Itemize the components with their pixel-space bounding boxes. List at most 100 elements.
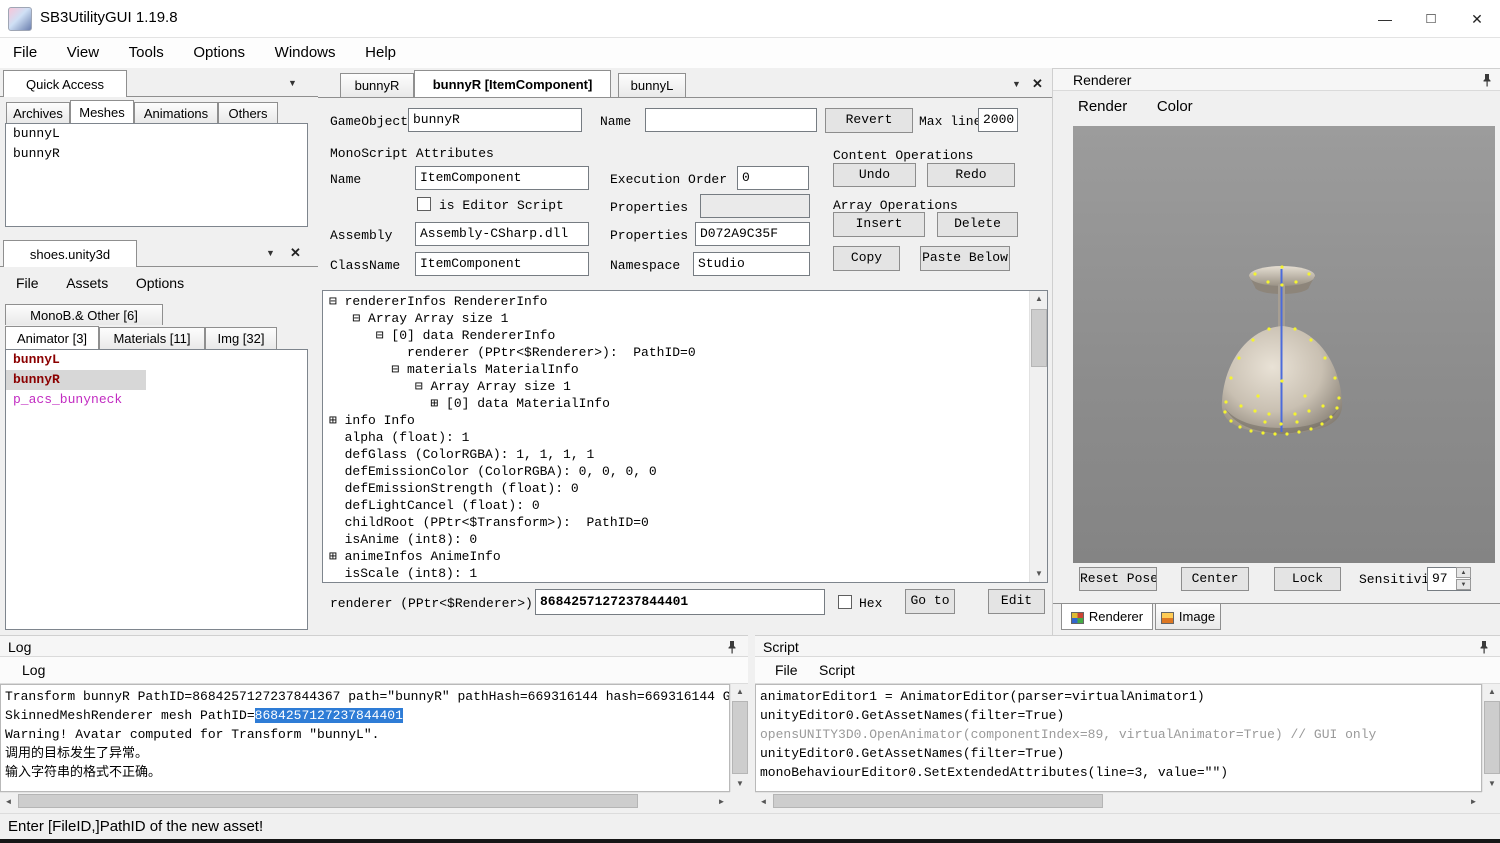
pin-icon[interactable] — [1478, 640, 1490, 658]
gameobject-field[interactable]: bunnyR — [408, 108, 582, 132]
max-line-field[interactable]: 2000 — [978, 108, 1018, 132]
tree-row[interactable]: defLightCancel (float): 0 — [329, 497, 1027, 514]
maximize-icon[interactable]: □ — [1408, 0, 1454, 38]
tab-meshes[interactable]: Meshes — [70, 100, 134, 123]
ms-name-field[interactable]: ItemComponent — [415, 166, 589, 190]
menu-help[interactable]: Help — [352, 38, 409, 68]
name-field[interactable] — [645, 108, 817, 132]
insert-button[interactable]: Insert — [833, 212, 925, 237]
lock-button[interactable]: Lock — [1274, 567, 1341, 591]
tab-materials[interactable]: Materials [11] — [99, 327, 205, 349]
tree-row[interactable]: ⊟ Array Array size 1 — [329, 378, 1027, 395]
tree-scroll-thumb[interactable] — [1031, 309, 1047, 367]
unity-menu-options[interactable]: Options — [124, 270, 196, 296]
tree-row[interactable]: childRoot (PPtr<$Transform>): PathID=0 — [329, 514, 1027, 531]
classname-field[interactable]: ItemComponent — [415, 252, 589, 276]
unity-file-dropdown-icon[interactable]: ▼ — [266, 248, 275, 258]
tab-quick-access[interactable]: Quick Access — [3, 70, 127, 97]
tree-row[interactable]: ⊞ animeInfos AnimeInfo — [329, 548, 1027, 565]
minimize-icon[interactable]: — — [1362, 0, 1408, 38]
unity-menu-file[interactable]: File — [4, 270, 51, 296]
tab-shoes-unity3d[interactable]: shoes.unity3d — [3, 240, 137, 267]
editor-tab-bunnyl[interactable]: bunnyL — [618, 73, 686, 97]
editor-tabs-close-icon[interactable]: ✕ — [1032, 76, 1043, 92]
menu-view[interactable]: View — [54, 38, 112, 68]
scroll-left-icon[interactable]: ◄ — [755, 793, 772, 810]
edit-button[interactable]: Edit — [988, 589, 1045, 614]
list-item-selected[interactable]: bunnyR — [6, 370, 146, 390]
scroll-up-icon[interactable]: ▲ — [1030, 291, 1048, 307]
scroll-right-icon[interactable]: ► — [713, 793, 730, 810]
copy-button[interactable]: Copy — [833, 246, 900, 271]
properties-hash-field[interactable]: D072A9C35F — [695, 222, 810, 246]
log-tab[interactable]: Log — [22, 662, 45, 678]
tree-row[interactable]: isAnime (int8): 0 — [329, 531, 1027, 548]
scroll-down-icon[interactable]: ▼ — [1483, 776, 1500, 792]
delete-button[interactable]: Delete — [937, 212, 1018, 237]
script-hscroll-thumb[interactable] — [773, 794, 1103, 808]
menu-windows[interactable]: Windows — [262, 38, 349, 68]
tab-renderer-view[interactable]: Renderer — [1061, 604, 1153, 630]
tab-animations[interactable]: Animations — [134, 102, 218, 123]
tree-row[interactable]: defEmissionStrength (float): 0 — [329, 480, 1027, 497]
render-menu[interactable]: Render — [1065, 92, 1140, 122]
tree-row[interactable]: renderer (PPtr<$Renderer>): PathID=0 — [329, 344, 1027, 361]
editor-tabs-dropdown-icon[interactable]: ▼ — [1012, 79, 1021, 89]
tree-row[interactable]: alpha (float): 1 — [329, 429, 1027, 446]
tab-archives[interactable]: Archives — [6, 102, 70, 123]
spin-up-icon[interactable]: ▲ — [1456, 567, 1471, 578]
tab-monob-other[interactable]: MonoB.& Other [6] — [5, 304, 163, 325]
scroll-right-icon[interactable]: ► — [1465, 793, 1482, 810]
scroll-down-icon[interactable]: ▼ — [731, 776, 749, 792]
revert-button[interactable]: Revert — [825, 108, 913, 133]
tree-row[interactable]: isScale (int8): 1 — [329, 565, 1027, 582]
quick-access-dropdown-icon[interactable]: ▼ — [288, 78, 297, 88]
pin-icon[interactable] — [1481, 73, 1493, 91]
script-hscrollbar[interactable]: ◄ ► — [755, 792, 1482, 809]
list-item[interactable]: bunnyL — [6, 124, 307, 144]
log-hscroll-thumb[interactable] — [18, 794, 638, 808]
script-menu-script[interactable]: Script — [819, 662, 855, 678]
is-editor-script-checkbox[interactable] — [417, 197, 431, 211]
center-button[interactable]: Center — [1181, 567, 1249, 591]
list-item[interactable]: bunnyR — [6, 144, 307, 164]
menu-tools[interactable]: Tools — [116, 38, 177, 68]
editor-tab-bunnyr[interactable]: bunnyR — [340, 73, 414, 97]
tree-row[interactable]: ⊞ [0] data MaterialInfo — [329, 395, 1027, 412]
tab-animator[interactable]: Animator [3] — [5, 326, 99, 349]
undo-button[interactable]: Undo — [833, 163, 916, 187]
tab-others[interactable]: Others — [218, 102, 278, 123]
paste-below-button[interactable]: Paste Below — [920, 246, 1010, 271]
script-vscroll-thumb[interactable] — [1484, 701, 1500, 774]
assembly-field[interactable]: Assembly-CSharp.dll — [415, 222, 589, 246]
log-hscrollbar[interactable]: ◄ ► — [0, 792, 730, 809]
script-vscrollbar[interactable]: ▲ ▼ — [1482, 684, 1500, 792]
hex-checkbox[interactable] — [838, 595, 852, 609]
redo-button[interactable]: Redo — [927, 163, 1015, 187]
reset-pose-button[interactable]: Reset Pose — [1079, 567, 1157, 591]
menu-options[interactable]: Options — [180, 38, 258, 68]
spin-down-icon[interactable]: ▼ — [1456, 579, 1471, 590]
properties-field[interactable] — [700, 194, 810, 218]
scroll-up-icon[interactable]: ▲ — [731, 684, 749, 700]
tree-row[interactable]: defEmissionColor (ColorRGBA): 0, 0, 0, 0 — [329, 463, 1027, 480]
pathid-field[interactable]: 8684257127237844401 — [535, 589, 825, 615]
tab-image-view[interactable]: Image — [1155, 604, 1221, 630]
tree-row[interactable]: ⊟ materials MaterialInfo — [329, 361, 1027, 378]
tree-row[interactable]: ⊟ Array Array size 1 — [329, 310, 1027, 327]
log-vscroll-thumb[interactable] — [732, 701, 748, 774]
execution-order-field[interactable]: 0 — [737, 166, 809, 190]
tree-row[interactable]: ⊟ rendererInfos RendererInfo — [329, 293, 1027, 310]
tree-row[interactable]: defGlass (ColorRGBA): 1, 1, 1, 1 — [329, 446, 1027, 463]
close-window-icon[interactable]: ✕ — [1454, 0, 1500, 38]
tree-scrollbar[interactable]: ▲ ▼ — [1029, 291, 1047, 582]
list-item[interactable]: p_acs_bunyneck — [6, 390, 307, 410]
color-menu[interactable]: Color — [1144, 92, 1206, 122]
pin-icon[interactable] — [726, 640, 738, 658]
log-content[interactable]: Transform bunnyR PathID=8684257127237844… — [0, 684, 730, 792]
scroll-down-icon[interactable]: ▼ — [1030, 566, 1048, 582]
tree-row[interactable]: ⊟ [0] data RendererInfo — [329, 327, 1027, 344]
scroll-up-icon[interactable]: ▲ — [1483, 684, 1500, 700]
unity-menu-assets[interactable]: Assets — [54, 270, 120, 296]
menu-file[interactable]: File — [0, 38, 50, 68]
